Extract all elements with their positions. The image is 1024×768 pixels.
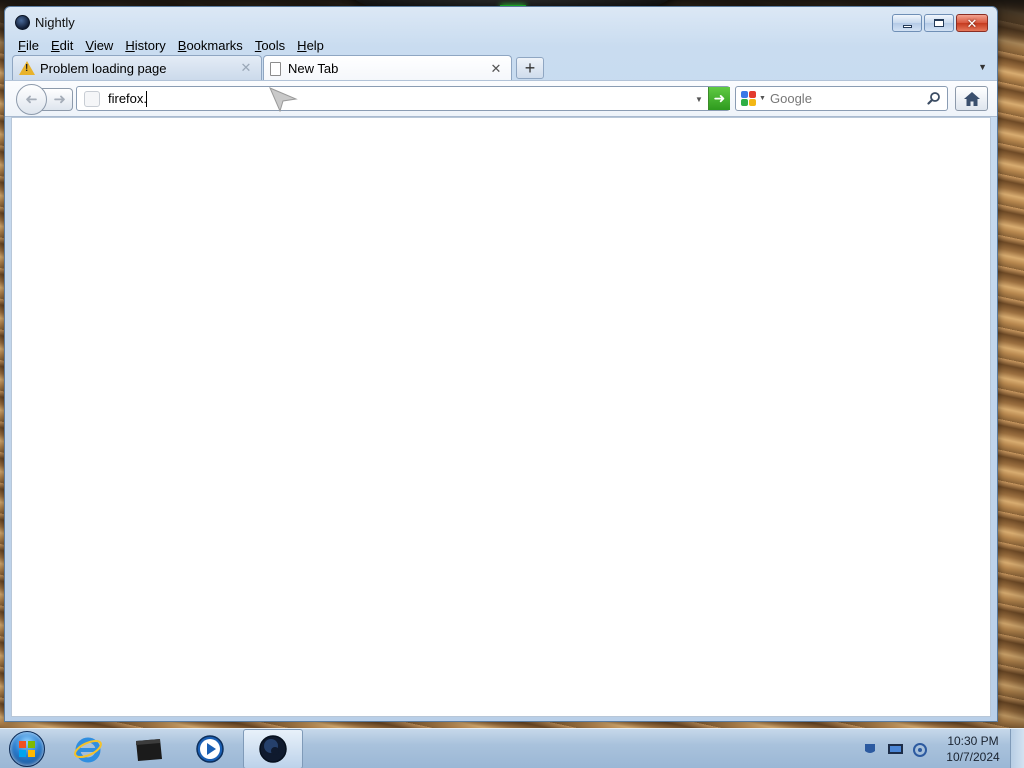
show-desktop-button[interactable]: [1010, 729, 1024, 768]
nightly-app-icon[interactable]: [15, 15, 30, 30]
back-arrow-icon: ➜: [25, 91, 38, 108]
site-identity-icon[interactable]: [84, 91, 100, 107]
system-clock[interactable]: 10:30 PM 10/7/2024: [940, 733, 1006, 765]
page-content[interactable]: [11, 117, 991, 717]
taskbar-media-player[interactable]: [180, 729, 240, 768]
file-explorer-icon: [136, 739, 162, 761]
system-tray: [862, 729, 929, 768]
search-input[interactable]: [770, 89, 920, 108]
taskbar-internet-explorer[interactable]: [58, 729, 118, 768]
maximize-button[interactable]: [924, 14, 954, 32]
text-caret: [146, 91, 147, 107]
internet-explorer-icon: [74, 737, 102, 763]
close-icon: ✕: [966, 15, 978, 31]
close-window-button[interactable]: ✕: [956, 14, 988, 32]
search-engine-dropdown-icon[interactable]: ▼: [759, 95, 766, 102]
menu-history[interactable]: History: [119, 38, 171, 53]
tab-new-tab[interactable]: New Tab ✕: [263, 55, 512, 81]
home-icon: [963, 91, 980, 106]
clock-date: 10/7/2024: [946, 750, 1000, 764]
start-button[interactable]: [6, 729, 48, 768]
navigation-toolbar: ➜ ➜ ▼ ➜ ▼: [5, 80, 997, 117]
tab-close-icon[interactable]: ✕: [489, 61, 503, 77]
home-button[interactable]: [955, 86, 988, 111]
action-center-flag-icon[interactable]: [862, 741, 879, 758]
url-bar[interactable]: ▼ ➜: [76, 86, 730, 111]
menu-help[interactable]: Help: [291, 38, 330, 53]
volume-icon[interactable]: [912, 741, 929, 758]
menu-bar: File Edit View History Bookmarks Tools H…: [12, 35, 330, 55]
title-bar[interactable]: Nightly ✕: [5, 7, 997, 35]
browser-window: Nightly ✕ File Edit View History Bookmar…: [4, 6, 998, 722]
maximize-icon: [934, 19, 944, 27]
menu-view[interactable]: View: [79, 38, 119, 53]
url-input[interactable]: [108, 89, 688, 108]
tab-label: Problem loading page: [40, 60, 167, 76]
minimize-button[interactable]: [892, 14, 922, 32]
menu-file[interactable]: File: [12, 38, 45, 53]
list-all-tabs-button[interactable]: ▼: [978, 62, 987, 72]
new-tab-button[interactable]: +: [516, 57, 544, 79]
menu-bookmarks[interactable]: Bookmarks: [172, 38, 249, 53]
back-button[interactable]: ➜: [16, 84, 47, 115]
nightly-icon: [259, 735, 287, 763]
window-title: Nightly: [35, 15, 75, 30]
page-icon: [270, 61, 281, 76]
menu-edit[interactable]: Edit: [45, 38, 79, 53]
warning-icon: [19, 61, 35, 75]
tab-problem-loading-page[interactable]: Problem loading page ✕: [12, 55, 262, 80]
media-player-icon: [196, 735, 224, 763]
windows-logo-icon: [9, 731, 45, 767]
taskbar: 10:30 PM 10/7/2024: [0, 728, 1024, 768]
taskbar-nightly[interactable]: [243, 729, 303, 768]
menu-tools[interactable]: Tools: [249, 38, 291, 53]
mouse-cursor-icon: [269, 87, 298, 112]
forward-arrow-icon: ➜: [53, 91, 66, 108]
google-engine-icon[interactable]: [741, 91, 757, 107]
tab-close-icon[interactable]: ✕: [239, 60, 253, 76]
tab-strip: Problem loading page ✕ New Tab ✕ + ▼: [12, 55, 993, 81]
tab-label: New Tab: [288, 61, 339, 76]
network-icon[interactable]: [887, 741, 904, 758]
clock-time: 10:30 PM: [947, 734, 999, 748]
taskbar-file-explorer[interactable]: [119, 729, 179, 768]
search-icon[interactable]: [927, 91, 941, 105]
go-button[interactable]: ➜: [708, 87, 730, 110]
url-history-dropdown-icon[interactable]: ▼: [695, 95, 703, 104]
search-bar[interactable]: ▼: [735, 86, 948, 111]
minimize-icon: [902, 24, 912, 28]
